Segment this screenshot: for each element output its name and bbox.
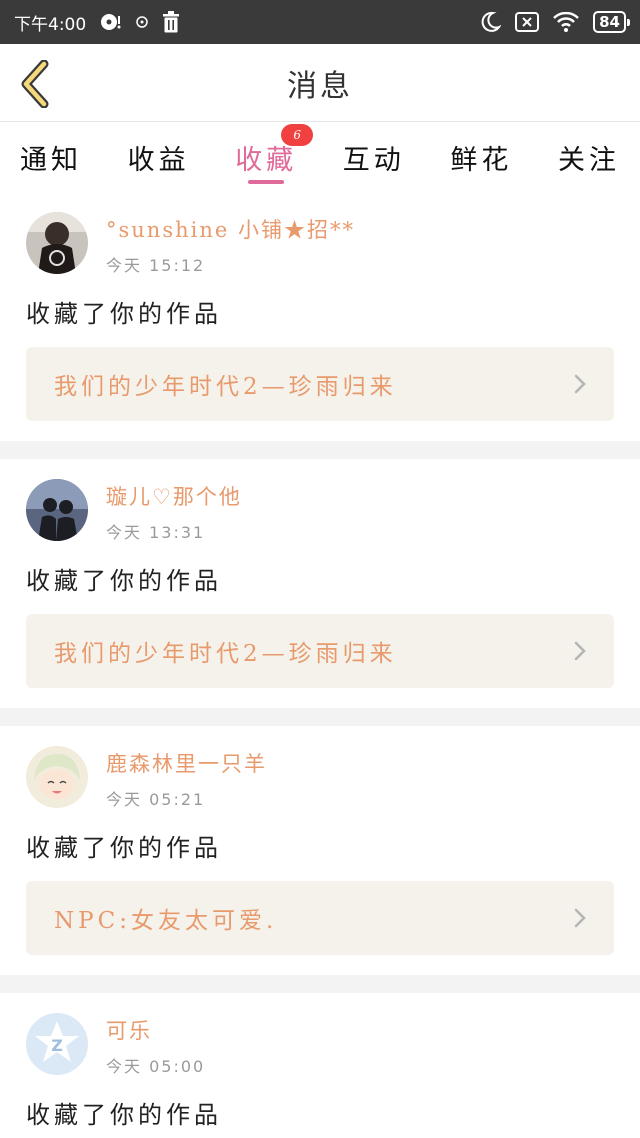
username[interactable]: 可乐 [106, 1015, 205, 1045]
work-title: 我们的少年时代2—珍雨归来 [54, 641, 397, 667]
trash-icon [162, 11, 180, 33]
tab-label: 鲜花 [450, 144, 513, 176]
avatar[interactable] [26, 212, 88, 274]
work-link[interactable]: 我们的少年时代2—珍雨归来 [26, 347, 614, 421]
chevron-left-icon [21, 60, 49, 108]
status-time: 下午4:00 [14, 14, 87, 35]
username[interactable]: 璇儿♡那个他 [106, 481, 242, 511]
action-text: 收藏了你的作品 [26, 300, 222, 328]
svg-text:Z: Z [51, 1036, 63, 1055]
page-title: 消息 [287, 68, 353, 104]
message-card: 鹿森林里一只羊 今天 05:21 收藏了你的作品 NPC:女友太可爱. [0, 726, 640, 975]
tab-label: 通知 [20, 144, 82, 176]
timestamp: 今天 13:31 [106, 523, 206, 542]
tab-flowers[interactable]: 鲜花 [450, 122, 512, 192]
tab-label: 收益 [127, 144, 190, 176]
timestamp: 今天 15:12 [106, 256, 206, 275]
work-link[interactable]: NPC:女友太可爱. [26, 881, 614, 955]
battery-indicator: 84 [593, 11, 630, 33]
tab-earnings[interactable]: 收益 [128, 122, 190, 192]
wifi-icon [553, 12, 580, 32]
back-button[interactable] [14, 60, 54, 108]
message-card: Z 可乐 今天 05:00 收藏了你的作品 [0, 993, 640, 1138]
chevron-right-icon [570, 374, 590, 394]
tab-label: 关注 [557, 144, 620, 176]
username[interactable]: 鹿森林里一只羊 [106, 748, 267, 778]
no-sim-icon [515, 12, 540, 32]
avatar[interactable] [26, 479, 88, 541]
top-nav-bar: 消息 [0, 44, 640, 122]
chevron-right-icon [570, 908, 590, 928]
tab-favorites[interactable]: 收藏 6 [235, 122, 314, 192]
moon-icon [479, 11, 502, 33]
tab-interactions[interactable]: 互动 [343, 122, 405, 192]
music-disc-icon [100, 13, 122, 31]
message-tabs: 通知 收益 收藏 6 互动 鲜花 关注 [0, 122, 640, 192]
action-text: 收藏了你的作品 [26, 567, 222, 595]
message-card: 璇儿♡那个他 今天 13:31 收藏了你的作品 我们的少年时代2—珍雨归来 [0, 459, 640, 708]
work-link[interactable]: 我们的少年时代2—珍雨归来 [26, 614, 614, 688]
unread-badge: 6 [281, 124, 314, 146]
avatar[interactable] [26, 746, 88, 808]
tab-follows[interactable]: 关注 [558, 122, 620, 192]
avatar[interactable]: Z [26, 1013, 88, 1075]
action-text: 收藏了你的作品 [26, 834, 222, 862]
chevron-right-icon [570, 641, 590, 661]
work-title: NPC:女友太可爱. [54, 908, 278, 934]
username[interactable]: °sunshine 小铺★招** [106, 214, 355, 244]
timestamp: 今天 05:21 [106, 790, 206, 809]
pinwheel-icon [136, 16, 148, 28]
action-text: 收藏了你的作品 [26, 1101, 222, 1129]
work-title: 我们的少年时代2—珍雨归来 [54, 374, 397, 400]
status-bar: 下午4:00 84 [0, 0, 640, 44]
message-card: °sunshine 小铺★招** 今天 15:12 收藏了你的作品 我们的少年时… [0, 192, 640, 441]
tab-label: 互动 [342, 144, 405, 176]
message-list: °sunshine 小铺★招** 今天 15:12 收藏了你的作品 我们的少年时… [0, 192, 640, 1138]
tab-notifications[interactable]: 通知 [20, 122, 82, 192]
timestamp: 今天 05:00 [106, 1057, 206, 1076]
active-tab-indicator [248, 180, 285, 184]
